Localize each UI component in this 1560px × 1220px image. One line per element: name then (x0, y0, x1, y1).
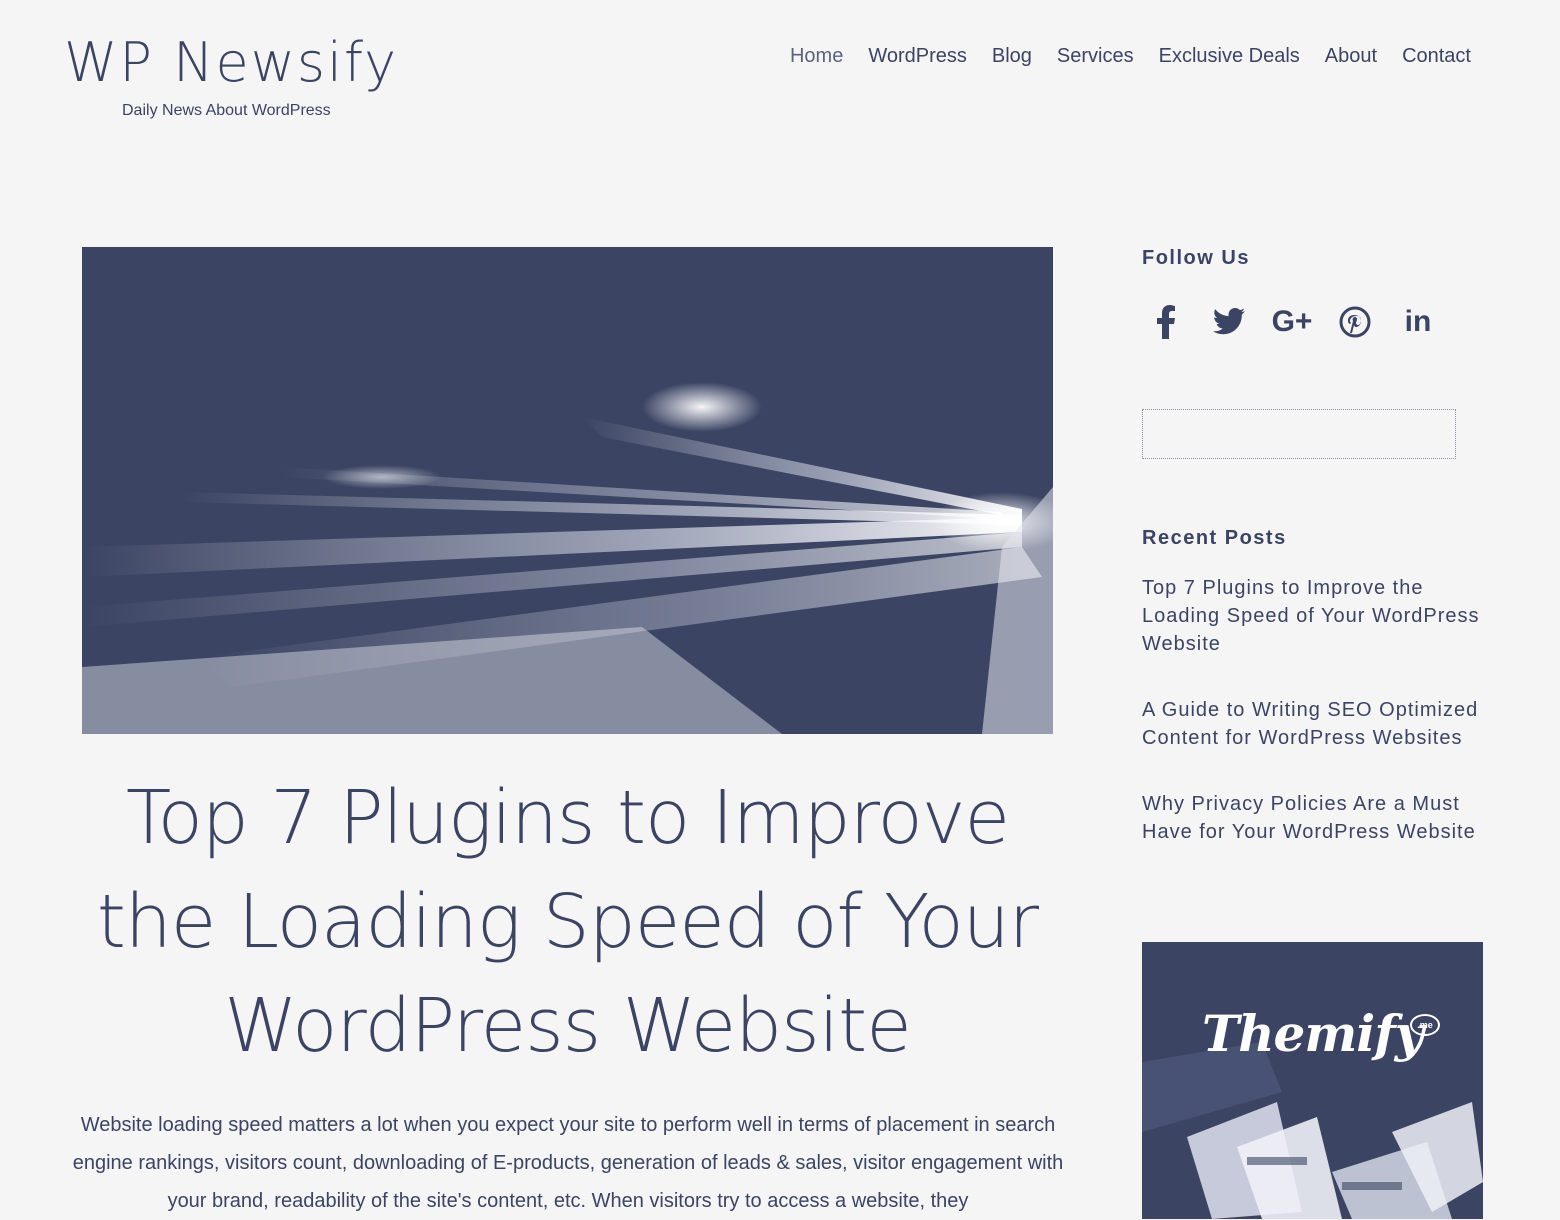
nav-item-home[interactable]: Home (790, 42, 843, 70)
main-navigation: Home WordPress Blog Services Exclusive D… (765, 42, 1471, 70)
recent-post-link[interactable]: A Guide to Writing SEO Optimized Content… (1142, 699, 1478, 749)
nav-item-blog[interactable]: Blog (992, 42, 1032, 70)
site-title-link[interactable]: WP Newsify (64, 30, 398, 96)
ad-background-art (1142, 942, 1483, 1219)
site-branding: WP Newsify Daily News About WordPress (64, 30, 398, 119)
list-item: Why Privacy Policies Are a Must Have for… (1142, 790, 1487, 846)
recent-posts-list: Top 7 Plugins to Improve the Loading Spe… (1142, 574, 1487, 884)
nav-item-wordpress[interactable]: WordPress (868, 42, 967, 70)
recent-posts-title: Recent Posts (1142, 527, 1287, 549)
themify-badge: .me (1410, 1014, 1440, 1036)
google-plus-icon[interactable]: G+ (1268, 298, 1316, 346)
follow-us-title: Follow Us (1142, 247, 1250, 269)
post-title[interactable]: Top 7 Plugins to Improve the Loading Spe… (82, 766, 1053, 1078)
list-item: Top 7 Plugins to Improve the Loading Spe… (1142, 574, 1487, 658)
nav-item-services[interactable]: Services (1057, 42, 1134, 70)
pinterest-icon[interactable] (1331, 298, 1379, 346)
linkedin-text: in (1404, 305, 1432, 338)
twitter-icon[interactable] (1205, 298, 1253, 346)
recent-post-link[interactable]: Why Privacy Policies Are a Must Have for… (1142, 793, 1476, 843)
linkedin-icon[interactable]: in (1394, 298, 1442, 346)
google-plus-text: G+ (1271, 305, 1313, 338)
search-input[interactable] (1142, 409, 1456, 459)
recent-post-link[interactable]: Top 7 Plugins to Improve the Loading Spe… (1142, 577, 1480, 655)
nav-item-contact[interactable]: Contact (1402, 42, 1471, 70)
facebook-icon[interactable] (1142, 298, 1190, 346)
featured-image[interactable] (82, 247, 1053, 734)
post-excerpt: Website loading speed matters a lot when… (72, 1114, 1064, 1212)
themify-logo: Themify (1202, 1004, 1424, 1063)
speed-light-trails-image (82, 247, 1053, 734)
themify-ad-banner[interactable]: Themify .me (1142, 942, 1483, 1219)
list-item: A Guide to Writing SEO Optimized Content… (1142, 696, 1487, 752)
nav-item-about[interactable]: About (1325, 42, 1377, 70)
site-tagline: Daily News About WordPress (122, 102, 331, 119)
social-links: G+ in (1142, 298, 1457, 346)
nav-item-exclusive-deals[interactable]: Exclusive Deals (1159, 42, 1300, 70)
